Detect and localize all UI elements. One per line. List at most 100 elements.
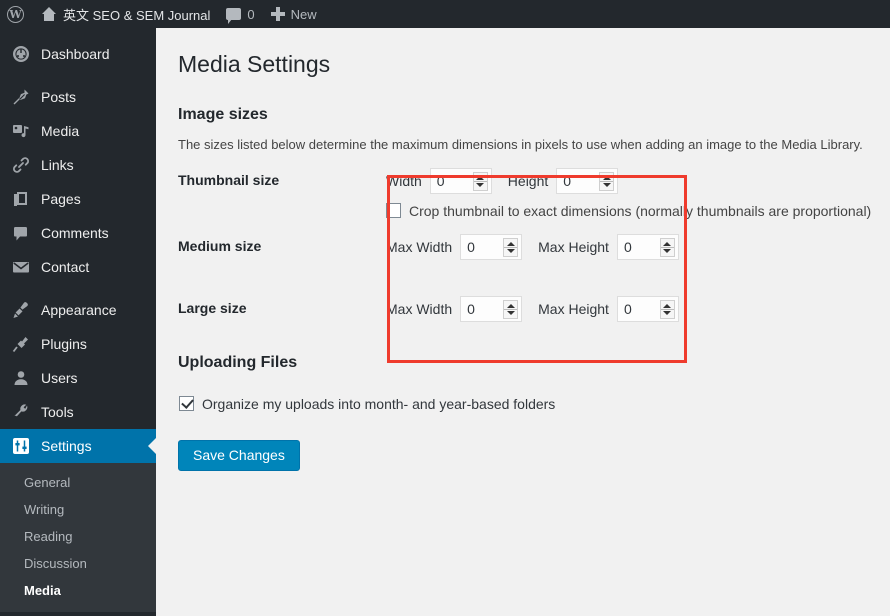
sidebar-item-tools[interactable]: Tools	[0, 395, 156, 429]
stepper-down-icon[interactable]	[506, 310, 515, 315]
save-changes-button[interactable]: Save Changes	[178, 439, 300, 471]
plus-icon	[270, 7, 285, 21]
sidebar-divider-1	[0, 71, 156, 80]
submenu-item-writing[interactable]: Writing	[0, 496, 156, 523]
thumbnail-height-stepper[interactable]	[599, 171, 615, 191]
stepper-divider	[473, 180, 487, 182]
large-max-height-stepper[interactable]	[659, 299, 675, 319]
settings-submenu: General Writing Reading Discussion Media	[0, 463, 156, 612]
stepper-up-icon[interactable]	[476, 175, 485, 180]
crop-thumbnail-label: Crop thumbnail to exact dimensions (norm…	[409, 202, 872, 219]
sidebar-item-comments[interactable]: Comments	[0, 216, 156, 250]
row-label-large: Large size	[178, 299, 247, 316]
pages-book-icon	[11, 189, 31, 209]
stepper-up-icon[interactable]	[663, 241, 672, 246]
crop-thumbnail-row[interactable]: Crop thumbnail to exact dimensions (norm…	[386, 203, 871, 219]
sidebar-item-appearance[interactable]: Appearance	[0, 293, 156, 327]
table-row: Thumbnail size Width 0 Height 0 Crop thu…	[178, 164, 878, 230]
sidebar-item-links[interactable]: Links	[0, 148, 156, 182]
stepper-down-icon[interactable]	[476, 182, 485, 187]
site-name-menu[interactable]: 英文 SEO & SEM Journal	[33, 0, 218, 28]
submenu-item-general[interactable]: General	[0, 469, 156, 496]
comment-bubble-icon	[11, 223, 31, 243]
submenu-item-reading[interactable]: Reading	[0, 523, 156, 550]
large-max-width-input[interactable]: 0	[460, 295, 523, 322]
medium-max-width-stepper[interactable]	[503, 237, 519, 257]
envelope-icon	[11, 257, 31, 277]
medium-max-height-stepper[interactable]	[659, 237, 675, 257]
sidebar-item-label: Links	[41, 157, 74, 173]
sidebar-item-pages[interactable]: Pages	[0, 182, 156, 216]
sidebar-item-label: Comments	[41, 225, 109, 241]
sidebar-item-label: Settings	[41, 438, 92, 454]
admin-bar: W 英文 SEO & SEM Journal 0 New	[0, 0, 890, 28]
image-sizes-description: The sizes listed below determine the max…	[178, 136, 863, 152]
image-sizes-table: Thumbnail size Width 0 Height 0 Crop thu…	[178, 164, 878, 332]
row-fields-medium: Max Width 0 Max Height 0	[386, 230, 679, 260]
thumbnail-height-value: 0	[563, 172, 572, 189]
user-person-icon	[11, 368, 31, 388]
stepper-down-icon[interactable]	[663, 248, 672, 253]
medium-max-width-input[interactable]: 0	[460, 233, 523, 260]
sidebar-item-plugins[interactable]: Plugins	[0, 327, 156, 361]
stepper-up-icon[interactable]	[506, 303, 515, 308]
table-row: Medium size Max Width 0 Max Height 0	[178, 230, 878, 292]
sidebar-item-label: Plugins	[41, 336, 87, 352]
site-title-cjk: 英文	[63, 8, 90, 24]
image-sizes-heading: Image sizes	[178, 105, 268, 123]
stepper-down-icon[interactable]	[602, 182, 611, 187]
organize-uploads-checkbox[interactable]	[179, 396, 194, 412]
stepper-up-icon[interactable]	[602, 175, 611, 180]
sidebar-item-posts[interactable]: Posts	[0, 80, 156, 114]
thumbnail-height-input[interactable]: 0	[556, 167, 619, 194]
new-label: New	[290, 6, 317, 22]
row-fields-large: Max Width 0 Max Height 0	[386, 292, 679, 322]
comment-count: 0	[247, 6, 255, 22]
sidebar-item-label: Posts	[41, 89, 77, 105]
stepper-down-icon[interactable]	[663, 310, 672, 315]
wordpress-logo-icon: W	[7, 5, 24, 23]
media-photo-icon	[11, 121, 31, 141]
organize-uploads-row[interactable]: Organize my uploads into month- and year…	[179, 396, 890, 412]
site-title-rest: SEO & SEM Journal	[89, 7, 211, 23]
sidebar-item-settings[interactable]: Settings	[0, 429, 156, 463]
large-dimensions: Max Width 0 Max Height 0	[386, 295, 679, 322]
large-max-width-value: 0	[467, 300, 475, 317]
thumbnail-width-stepper[interactable]	[472, 171, 488, 191]
submenu-item-media[interactable]: Media	[0, 577, 156, 604]
large-max-width-label: Max Width	[386, 300, 453, 317]
sidebar-item-label: Media	[41, 123, 80, 139]
stepper-divider	[660, 246, 674, 248]
thumbnail-width-input[interactable]: 0	[429, 167, 492, 194]
stepper-up-icon[interactable]	[506, 241, 515, 246]
new-content-menu[interactable]: New	[263, 0, 325, 28]
submenu-item-discussion[interactable]: Discussion	[0, 550, 156, 577]
row-label-medium: Medium size	[178, 237, 262, 254]
sidebar-item-contact[interactable]: Contact	[0, 250, 156, 284]
row-label-thumbnail: Thumbnail size	[178, 171, 280, 188]
sidebar-item-media[interactable]: Media	[0, 114, 156, 148]
sidebar-item-dashboard[interactable]: Dashboard	[0, 37, 156, 71]
plug-icon	[11, 334, 31, 354]
stepper-down-icon[interactable]	[506, 248, 515, 253]
large-max-height-label: Max Height	[538, 300, 609, 317]
comments-bubble-menu[interactable]: 0	[218, 0, 262, 28]
large-max-height-value: 0	[623, 300, 632, 317]
medium-max-width-label: Max Width	[386, 238, 453, 255]
uploading-files-heading: Uploading Files	[178, 353, 298, 371]
large-max-height-input[interactable]: 0	[616, 295, 679, 322]
comment-bubble-icon	[226, 8, 242, 24]
settings-sliders-icon	[11, 436, 31, 456]
sidebar-item-users[interactable]: Users	[0, 361, 156, 395]
dashboard-gauge-icon	[11, 44, 31, 64]
thumbnail-height-label: Height	[507, 172, 549, 189]
medium-max-height-input[interactable]: 0	[616, 233, 679, 260]
wordpress-logo-button[interactable]: W	[0, 0, 33, 28]
stepper-up-icon[interactable]	[663, 303, 672, 308]
large-max-width-stepper[interactable]	[503, 299, 519, 319]
sidebar-item-label: Contact	[41, 259, 90, 275]
stepper-divider	[660, 308, 674, 310]
crop-thumbnail-checkbox[interactable]	[386, 203, 401, 219]
stepper-divider	[600, 180, 614, 182]
pushpin-icon	[11, 87, 31, 107]
